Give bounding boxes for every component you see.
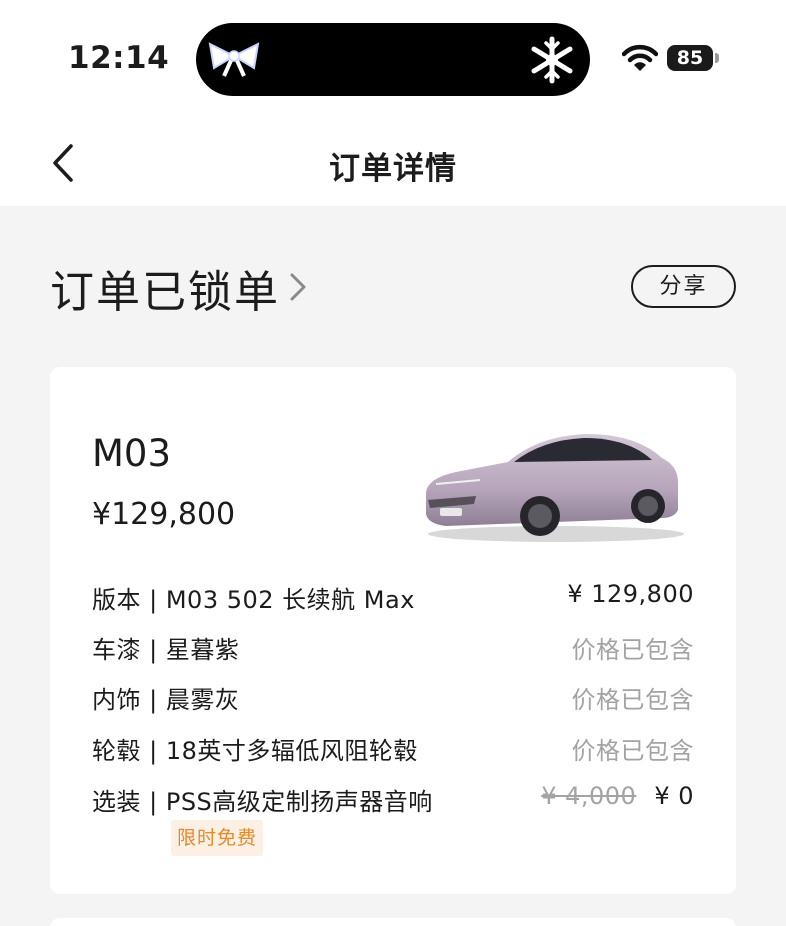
spec-label: 轮毂 | 18英寸多辐低风阻轮毂	[92, 737, 418, 765]
battery-cap	[715, 53, 719, 63]
spec-row-paint: 车漆 | 星暮紫 价格已包含	[92, 630, 694, 666]
order-status[interactable]: 订单已锁单	[50, 256, 280, 320]
chevron-right-icon[interactable]	[284, 268, 312, 306]
spec-value: ¥ 129,800	[567, 580, 694, 608]
spec-label: 版本 | M03 502 长续航 Max	[92, 586, 415, 614]
spec-value: ¥ 0	[654, 782, 694, 810]
status-time: 12:14	[68, 40, 170, 76]
spec-value-group: ¥ 4,000 ¥ 0	[541, 782, 694, 810]
bow-icon	[208, 42, 260, 77]
share-button[interactable]: 分享	[631, 265, 736, 308]
spec-value: 价格已包含	[571, 636, 694, 664]
spec-row-version: 版本 | M03 502 长续航 Max ¥ 129,800	[92, 580, 694, 616]
car-image	[426, 434, 684, 542]
battery-icon: 85	[667, 45, 713, 71]
spec-value: 价格已包含	[571, 737, 694, 765]
spec-label: 内饰 | 晨雾灰	[92, 686, 240, 714]
page-title: 订单详情	[329, 151, 457, 187]
spec-row-option: 选装 | PSS高级定制扬声器音响 ¥ 4,000 ¥ 0	[92, 782, 694, 818]
next-card	[50, 918, 736, 926]
spec-label: 选装 | PSS高级定制扬声器音响	[92, 788, 433, 816]
spec-row-interior: 内饰 | 晨雾灰 价格已包含	[92, 680, 694, 716]
spec-row-wheels: 轮毂 | 18英寸多辐低风阻轮毂 价格已包含	[92, 731, 694, 767]
spec-label: 车漆 | 星暮紫	[92, 636, 240, 664]
snowflake-icon	[531, 36, 573, 84]
original-price: ¥ 4,000	[541, 782, 637, 810]
spec-value: 价格已包含	[571, 686, 694, 714]
wifi-icon	[622, 44, 658, 71]
car-model: M03	[92, 432, 172, 475]
promo-badge: 限时免费	[171, 820, 263, 856]
car-price: ¥129,800	[92, 497, 236, 532]
